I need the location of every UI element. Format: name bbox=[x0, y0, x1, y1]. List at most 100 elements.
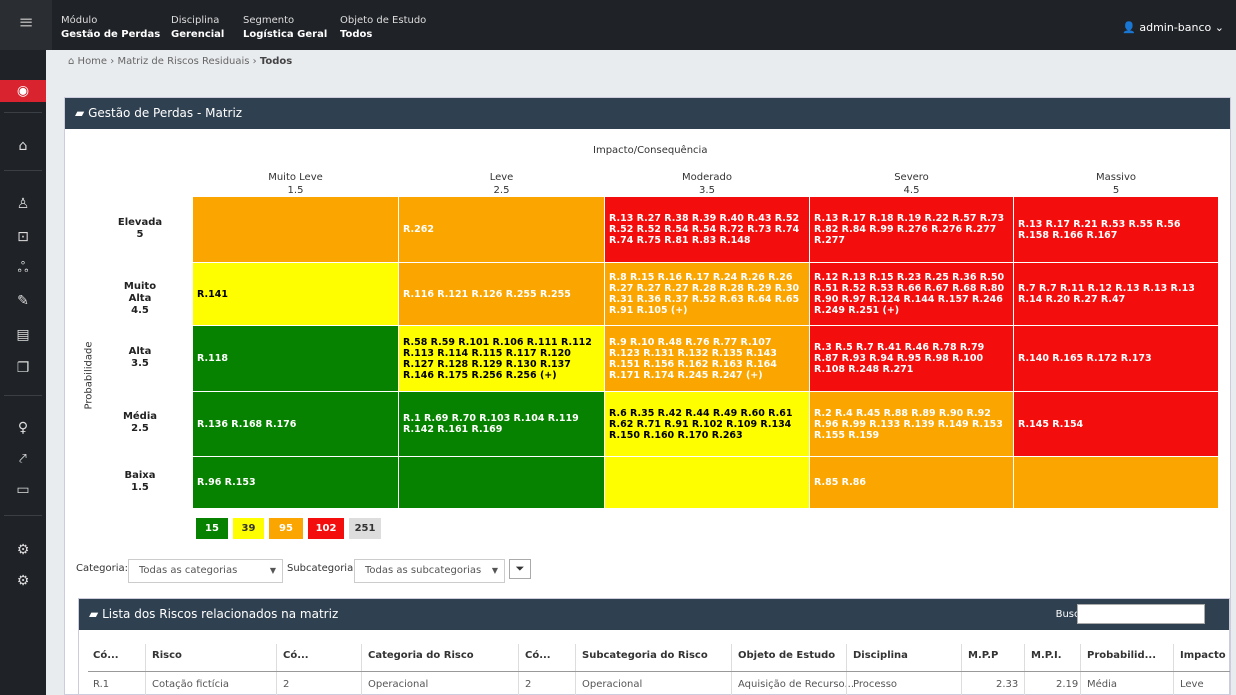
breadcrumb-home[interactable]: Home bbox=[78, 56, 108, 67]
column-header[interactable]: Probabilid... bbox=[1087, 650, 1156, 661]
matrix-cell[interactable]: R.13 R.17 R.21 R.53 R.55 R.56 R.158 R.16… bbox=[1014, 197, 1218, 262]
probability-name: Muito Alta bbox=[123, 281, 157, 304]
lightbulb-icon[interactable]: ♀ bbox=[0, 420, 46, 436]
subcategory-value: Todas as subcategorias bbox=[365, 565, 482, 576]
matrix-cell[interactable]: R.6 R.35 R.42 R.44 R.49 R.60 R.61 R.62 R… bbox=[605, 392, 809, 456]
matrix-cell[interactable]: R.12 R.13 R.15 R.23 R.25 R.36 R.50 R.51 … bbox=[810, 263, 1013, 325]
column-header[interactable]: Risco bbox=[152, 650, 182, 661]
cell-risks[interactable]: R.136 R.168 R.176 bbox=[197, 419, 296, 430]
probability-row-header: Alta 3.5 bbox=[115, 346, 165, 370]
cell-risks[interactable]: R.3 R.5 R.7 R.41 R.46 R.78 R.79 R.87 R.9… bbox=[814, 342, 1009, 375]
chart-icon[interactable]: ⤤ bbox=[0, 451, 46, 467]
cell-risks[interactable]: R.7 R.7 R.11 R.12 R.13 R.13 R.13 R.14 R.… bbox=[1018, 283, 1214, 305]
copy-icon[interactable]: ❐ bbox=[0, 360, 46, 376]
cell-risks[interactable]: R.13 R.27 R.38 R.39 R.40 R.43 R.52 R.52 … bbox=[609, 213, 805, 246]
column-header[interactable]: Có... bbox=[93, 650, 119, 661]
matrix-cell[interactable]: R.2 R.4 R.45 R.88 R.89 R.90 R.92 R.96 R.… bbox=[810, 392, 1013, 456]
matrix-cell[interactable]: R.116 R.121 R.126 R.255 R.255 bbox=[399, 263, 604, 325]
column-header[interactable]: M.P.I. bbox=[1031, 650, 1062, 661]
matrix-cell[interactable]: R.8 R.15 R.16 R.17 R.24 R.26 R.26 R.27 R… bbox=[605, 263, 809, 325]
legend-red[interactable]: 102 bbox=[308, 518, 344, 539]
cell-risks[interactable]: R.145 R.154 bbox=[1018, 419, 1083, 430]
cell-risks[interactable]: R.141 bbox=[197, 289, 228, 300]
cell-risks[interactable]: R.9 R.10 R.48 R.76 R.77 R.107 R.123 R.13… bbox=[609, 337, 805, 381]
users-icon[interactable]: ஃ bbox=[0, 260, 46, 278]
cell-risks[interactable]: R.116 R.121 R.126 R.255 R.255 bbox=[403, 289, 571, 300]
category-select[interactable]: Todas as categorias ▼ bbox=[128, 559, 283, 583]
column-header[interactable]: M.P.P bbox=[968, 650, 998, 661]
lock-icon[interactable]: ⊡ bbox=[0, 229, 46, 245]
matrix-cell[interactable] bbox=[399, 457, 604, 508]
cell-risks[interactable]: R.12 R.13 R.15 R.23 R.25 R.36 R.50 R.51 … bbox=[814, 272, 1009, 316]
disciplina-selector[interactable]: Disciplina Gerencial bbox=[171, 14, 224, 42]
table-cell: Cotação fictícia bbox=[152, 679, 229, 690]
modulo-selector[interactable]: Módulo Gestão de Perdas bbox=[61, 14, 160, 42]
matrix-cell[interactable]: R.140 R.165 R.172 R.173 bbox=[1014, 326, 1218, 391]
org-chart-icon[interactable]: ♙ bbox=[0, 196, 46, 212]
book-icon[interactable]: ▤ bbox=[0, 327, 46, 343]
cell-risks[interactable]: R.6 R.35 R.42 R.44 R.49 R.60 R.61 R.62 R… bbox=[609, 408, 805, 441]
legend-total[interactable]: 251 bbox=[349, 518, 381, 539]
subcategory-select[interactable]: Todas as subcategorias ▼ bbox=[354, 559, 505, 583]
cell-risks[interactable]: R.13 R.17 R.21 R.53 R.55 R.56 R.158 R.16… bbox=[1018, 219, 1214, 241]
matrix-cell[interactable]: R.7 R.7 R.11 R.12 R.13 R.13 R.13 R.14 R.… bbox=[1014, 263, 1218, 325]
matrix-cell[interactable]: R.1 R.69 R.70 R.103 R.104 R.119 R.142 R.… bbox=[399, 392, 604, 456]
matrix-cell[interactable] bbox=[193, 197, 398, 262]
matrix-cell[interactable]: R.3 R.5 R.7 R.41 R.46 R.78 R.79 R.87 R.9… bbox=[810, 326, 1013, 391]
legend-green[interactable]: 15 bbox=[196, 518, 228, 539]
home-icon[interactable]: ⌂ bbox=[68, 56, 74, 67]
menu-icon[interactable]: ≡ bbox=[0, 0, 52, 50]
search-input[interactable] bbox=[1077, 604, 1205, 624]
breadcrumb-matriz[interactable]: Matriz de Riscos Residuais bbox=[117, 56, 249, 67]
list-title: Lista dos Riscos relacionados na matriz bbox=[102, 607, 339, 621]
matrix-cell[interactable]: R.85 R.86 bbox=[810, 457, 1013, 508]
column-header[interactable]: Có... bbox=[283, 650, 309, 661]
legend-orange[interactable]: 95 bbox=[269, 518, 303, 539]
cell-risks[interactable]: R.118 bbox=[197, 353, 228, 364]
cell-risks[interactable]: R.1 R.69 R.70 R.103 R.104 R.119 R.142 R.… bbox=[403, 413, 600, 435]
matrix-cell[interactable]: R.136 R.168 R.176 bbox=[193, 392, 398, 456]
matrix-cell[interactable]: R.13 R.17 R.18 R.19 R.22 R.57 R.73 R.82 … bbox=[810, 197, 1013, 262]
filter-icon: ⏷ bbox=[515, 562, 525, 575]
folder-icon[interactable]: ▭ bbox=[0, 482, 46, 498]
column-header[interactable]: Categoria do Risco bbox=[368, 650, 474, 661]
column-header[interactable]: Impacto bbox=[1180, 650, 1226, 661]
column-header[interactable]: Có... bbox=[525, 650, 551, 661]
legend-yellow[interactable]: 39 bbox=[233, 518, 264, 539]
matrix-cell[interactable] bbox=[1014, 457, 1218, 508]
matrix-cell[interactable]: R.262 bbox=[399, 197, 604, 262]
matrix-cell[interactable]: R.141 bbox=[193, 263, 398, 325]
cell-risks[interactable]: R.13 R.17 R.18 R.19 R.22 R.57 R.73 R.82 … bbox=[814, 213, 1009, 246]
filter-button[interactable]: ⏷ bbox=[509, 559, 531, 579]
gear-icon[interactable]: ⚙ bbox=[0, 573, 46, 589]
cell-risks[interactable]: R.58 R.59 R.101 R.106 R.111 R.112 R.113 … bbox=[403, 337, 600, 381]
impact-value: 1.5 bbox=[287, 185, 304, 196]
cell-risks[interactable]: R.2 R.4 R.45 R.88 R.89 R.90 R.92 R.96 R.… bbox=[814, 408, 1009, 441]
column-header[interactable]: Objeto de Estudo bbox=[738, 650, 835, 661]
segmento-selector[interactable]: Segmento Logística Geral bbox=[243, 14, 327, 42]
matrix-cell[interactable] bbox=[605, 457, 809, 508]
user-menu[interactable]: 👤 admin-banco ⌄ bbox=[1122, 21, 1224, 34]
cell-risks[interactable]: R.140 R.165 R.172 R.173 bbox=[1018, 353, 1152, 364]
gear-icon[interactable]: ⚙ bbox=[0, 542, 46, 558]
top-bar: ≡ Módulo Gestão de Perdas Disciplina Geren… bbox=[0, 0, 1236, 50]
table-cell: 2.19 bbox=[1056, 679, 1079, 690]
matrix-cell[interactable]: R.145 R.154 bbox=[1014, 392, 1218, 456]
edit-icon[interactable]: ✎ bbox=[0, 293, 46, 309]
objeto-selector[interactable]: Objeto de Estudo Todos bbox=[340, 14, 426, 42]
matrix-cell[interactable]: R.13 R.27 R.38 R.39 R.40 R.43 R.52 R.52 … bbox=[605, 197, 809, 262]
cell-risks[interactable]: R.262 bbox=[403, 224, 434, 235]
matrix-cell[interactable]: R.96 R.153 bbox=[193, 457, 398, 508]
user-name: admin-banco bbox=[1139, 21, 1212, 34]
eye-icon[interactable]: ◉ bbox=[0, 80, 46, 102]
column-header[interactable]: Disciplina bbox=[853, 650, 908, 661]
matrix-cell[interactable]: R.58 R.59 R.101 R.106 R.111 R.112 R.113 … bbox=[399, 326, 604, 391]
cell-risks[interactable]: R.8 R.15 R.16 R.17 R.24 R.26 R.26 R.27 R… bbox=[609, 272, 805, 316]
impact-column-header: Moderado 3.5 bbox=[605, 171, 809, 197]
cell-risks[interactable]: R.85 R.86 bbox=[814, 477, 866, 488]
home-icon[interactable]: ⌂ bbox=[0, 138, 46, 154]
matrix-cell[interactable]: R.9 R.10 R.48 R.76 R.77 R.107 R.123 R.13… bbox=[605, 326, 809, 391]
cell-risks[interactable]: R.96 R.153 bbox=[197, 477, 256, 488]
column-header[interactable]: Subcategoria do Risco bbox=[582, 650, 708, 661]
matrix-cell[interactable]: R.118 bbox=[193, 326, 398, 391]
